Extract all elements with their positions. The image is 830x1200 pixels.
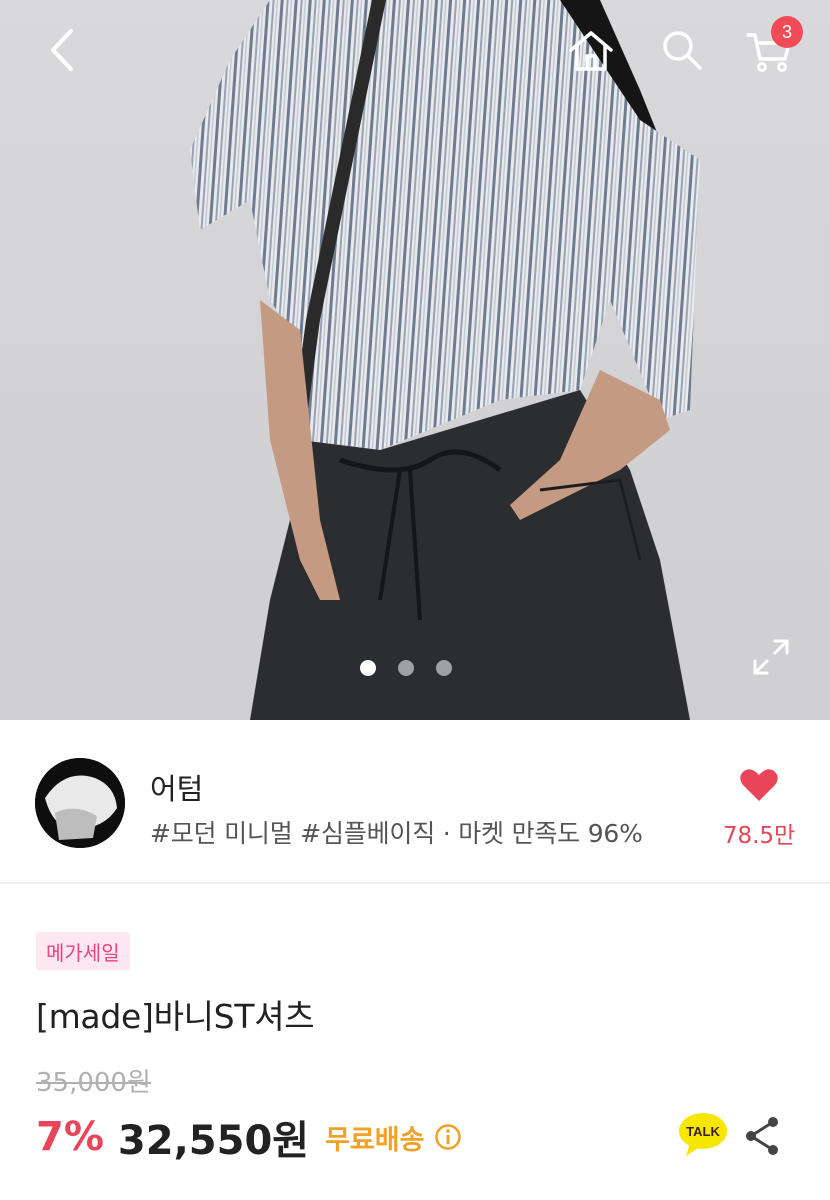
back-icon	[51, 29, 73, 71]
original-price: 35,000원	[36, 1068, 151, 1098]
share-button[interactable]	[742, 1114, 782, 1158]
expand-icon	[753, 639, 789, 675]
home-button[interactable]	[562, 22, 620, 80]
shop-info-row[interactable]: 어텀 #모던 미니멀 #심플베이직 · 마켓 만족도 96% 78.5만	[0, 720, 830, 884]
search-icon	[663, 31, 702, 70]
gallery-pagination	[360, 660, 452, 676]
info-icon[interactable]	[434, 1123, 462, 1151]
shop-tags: #모던 미니멀 #심플베이직 · 마켓 만족도 96%	[150, 819, 643, 848]
discount-rate: 7%	[36, 1114, 104, 1160]
share-icon	[746, 1117, 778, 1155]
heart-icon	[740, 769, 778, 801]
search-button[interactable]	[654, 22, 710, 78]
sale-price: 32,550원	[117, 1118, 310, 1164]
shop-avatar[interactable]	[35, 758, 125, 848]
like-button[interactable]: 78.5만	[722, 768, 796, 858]
top-navigation-bar: 3	[0, 0, 830, 110]
product-image-gallery[interactable]: 3	[0, 0, 830, 720]
gallery-dot-2[interactable]	[398, 660, 414, 676]
product-title: [made]바니ST셔츠	[36, 997, 315, 1036]
home-icon	[569, 31, 613, 71]
shop-logo-image	[35, 758, 125, 848]
fullscreen-button[interactable]	[746, 632, 796, 682]
back-button[interactable]	[34, 22, 90, 78]
price-row: 7% 32,550원 무료배송	[36, 1108, 462, 1166]
like-count: 78.5만	[722, 823, 796, 849]
gallery-dot-3[interactable]	[436, 660, 452, 676]
mega-sale-badge: 메가세일	[36, 932, 130, 970]
talk-label: TALK	[686, 1124, 720, 1139]
gallery-dot-1[interactable]	[360, 660, 376, 676]
kakao-talk-icon: TALK	[679, 1113, 727, 1156]
free-shipping-label: 무료배송	[325, 1124, 425, 1156]
kakao-talk-button[interactable]: TALK	[676, 1110, 730, 1158]
cart-count-badge: 3	[771, 16, 803, 48]
shop-name[interactable]: 어텀	[150, 766, 203, 808]
